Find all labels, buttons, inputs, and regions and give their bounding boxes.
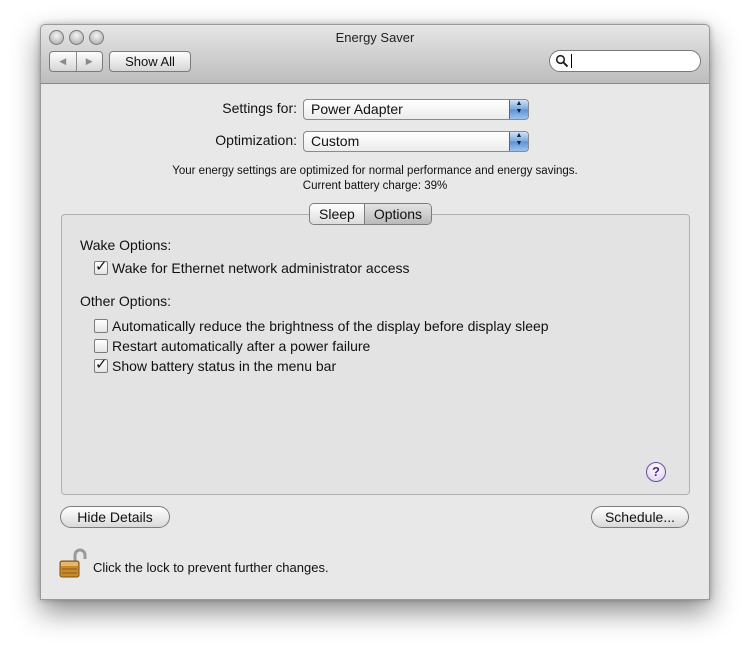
restart-after-power-failure-checkbox[interactable]: Restart automatically after a power fail… [94, 338, 370, 354]
checkbox-box: ✓ [94, 258, 108, 275]
optimization-label: Optimization: [215, 132, 297, 148]
battery-charge-text: Current battery charge: 39% [302, 180, 448, 192]
preferences-content: Settings for: Power Adapter ▲ ▼ Optimizat… [41, 84, 709, 599]
checkbox-label: Restart automatically after a power fail… [112, 338, 371, 354]
back-button[interactable]: ◀ [50, 52, 76, 71]
schedule-button[interactable]: Schedule... [591, 506, 689, 528]
triangle-right-icon: ▶ [85, 56, 93, 66]
optimization-value: Custom [311, 133, 360, 149]
show-all-button[interactable]: Show All [109, 51, 191, 72]
show-battery-status-checkbox[interactable]: ✓ Show battery status in the menu bar [94, 356, 337, 374]
forward-button[interactable]: ▶ [75, 52, 103, 71]
options-panel: Wake Options: ✓ Wake for Ethernet networ… [61, 214, 690, 495]
checkmark-icon: ✓ [95, 258, 108, 275]
settings-for-popup[interactable]: Power Adapter ▲ ▼ [303, 99, 529, 120]
text-cursor [571, 54, 572, 68]
popup-arrows-icon: ▲ ▼ [509, 100, 528, 119]
popup-arrows-icon: ▲ ▼ [509, 132, 528, 151]
wake-options-heading: Wake Options: [80, 237, 172, 253]
search-field[interactable] [549, 50, 701, 72]
wake-ethernet-checkbox[interactable]: ✓ Wake for Ethernet network administrato… [94, 258, 410, 276]
help-button[interactable]: ? [646, 462, 666, 482]
hide-details-button[interactable]: Hide Details [60, 506, 170, 528]
checkbox-box: ✓ [94, 356, 108, 373]
tab-options[interactable]: Options [363, 204, 432, 224]
window-title: Energy Saver [335, 30, 415, 45]
lock-icon[interactable] [59, 548, 87, 580]
title-bar: Energy Saver ◀ ▶ Show All [41, 25, 709, 84]
settings-for-value: Power Adapter [311, 101, 403, 117]
back-forward-control: ◀ ▶ [49, 51, 103, 72]
tab-bar: Sleep Options [309, 203, 433, 225]
checkmark-icon: ✓ [95, 356, 108, 373]
reduce-brightness-checkbox[interactable]: Automatically reduce the brightness of t… [94, 318, 549, 334]
checkbox-box [94, 319, 108, 333]
other-options-heading: Other Options: [80, 293, 172, 309]
checkbox-box [94, 339, 108, 353]
checkbox-label: Show battery status in the menu bar [112, 358, 337, 374]
checkbox-label: Wake for Ethernet network administrator … [112, 260, 410, 276]
search-icon [555, 54, 569, 68]
tab-sleep[interactable]: Sleep [310, 204, 364, 224]
lock-message: Click the lock to prevent further change… [93, 560, 329, 575]
settings-for-label: Settings for: [222, 100, 297, 116]
checkbox-label: Automatically reduce the brightness of t… [112, 318, 549, 334]
energy-saver-window: Energy Saver ◀ ▶ Show All Settings for: … [40, 24, 710, 600]
optimization-popup[interactable]: Custom ▲ ▼ [303, 131, 529, 152]
optimization-info-text: Your energy settings are optimized for n… [172, 165, 578, 177]
triangle-left-icon: ◀ [59, 56, 67, 66]
